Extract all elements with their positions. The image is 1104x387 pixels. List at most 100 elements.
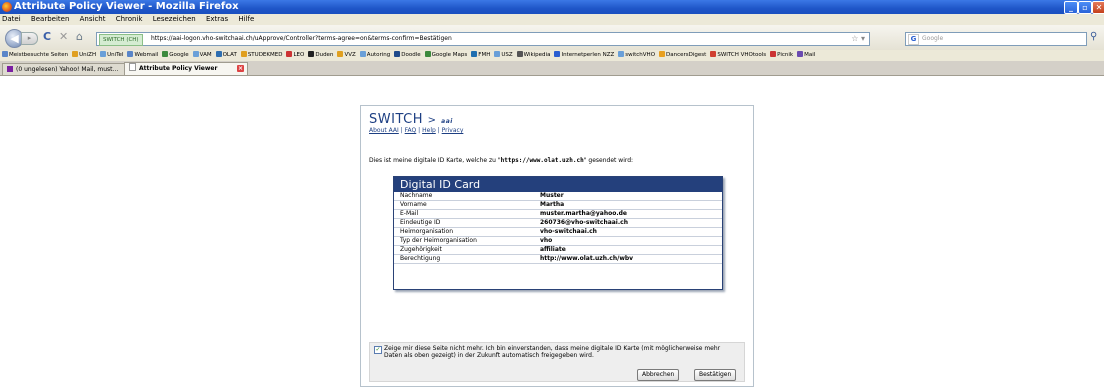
- bookmark-item[interactable]: Webmail: [127, 50, 158, 61]
- bookmark-label: FMH: [478, 52, 491, 58]
- menu-extras[interactable]: Extras: [206, 15, 228, 23]
- bookmark-icon: [554, 51, 561, 57]
- bookmark-label: VAM: [199, 52, 212, 58]
- bookmark-icon: [337, 51, 344, 57]
- maximize-button[interactable]: ▫: [1078, 1, 1092, 14]
- bookmark-icon: [240, 51, 247, 57]
- menu-hilfe[interactable]: Hilfe: [238, 15, 254, 23]
- privacy-link[interactable]: Privacy: [442, 127, 464, 134]
- bookmark-item[interactable]: Doodle: [394, 50, 421, 61]
- bookmark-icon: [308, 51, 315, 57]
- bookmark-label: STUDEKMED: [247, 52, 283, 58]
- bookmark-item[interactable]: OLAT: [215, 50, 237, 61]
- bookmark-item[interactable]: STUDEKMED: [240, 50, 283, 61]
- attribute-value: http://www.olat.uzh.ch/wbv: [540, 255, 634, 262]
- help-link[interactable]: Help: [422, 127, 436, 134]
- brand-name: SWITCH: [369, 112, 423, 127]
- search-box[interactable]: G Google: [905, 32, 1087, 46]
- tab-yahoo-mail[interactable]: (0 ungelesen) Yahoo! Mail, must...: [2, 63, 128, 75]
- stop-icon[interactable]: ✕: [59, 30, 68, 44]
- yahoo-icon: [7, 66, 13, 72]
- bookmark-icon: [2, 51, 8, 57]
- bookmark-item[interactable]: Wikipedia: [516, 50, 551, 61]
- about-aai-link[interactable]: About AAI: [369, 127, 399, 134]
- consent-checkbox[interactable]: ✓: [374, 346, 382, 354]
- bookmark-label: Autoring: [366, 52, 391, 58]
- menu-bar: Datei Bearbeiten Ansicht Chronik Lesezei…: [0, 14, 1104, 25]
- attribute-value: 260736@vho-switchaai.ch: [540, 219, 628, 226]
- close-tab-icon[interactable]: ×: [237, 65, 244, 72]
- menu-chronik[interactable]: Chronik: [116, 15, 143, 23]
- uapprove-panel: SWITCH > aai About AAI | FAQ | Help | Pr…: [360, 105, 754, 387]
- bookmark-icon: [192, 51, 199, 57]
- bookmark-label: Doodle: [401, 52, 421, 58]
- bookmark-item[interactable]: Duden: [308, 50, 333, 61]
- bookmark-item[interactable]: VAM: [192, 50, 212, 61]
- bookmark-item[interactable]: Google Maps: [424, 50, 467, 61]
- bookmark-item[interactable]: DancersDigest: [659, 50, 706, 61]
- bookmark-item[interactable]: Picnik: [770, 50, 793, 61]
- menu-ansicht[interactable]: Ansicht: [80, 15, 106, 23]
- faq-link[interactable]: FAQ: [405, 127, 417, 134]
- url-text[interactable]: https://aai-logon.vho-switchaai.ch/uAppr…: [151, 33, 452, 45]
- confirm-button[interactable]: Bestätigen: [694, 369, 737, 381]
- minimize-button[interactable]: _: [1064, 1, 1078, 14]
- forward-button[interactable]: ▸: [21, 32, 38, 45]
- bookmark-icon: [618, 51, 625, 57]
- bookmark-item[interactable]: USZ: [494, 50, 513, 61]
- bookmark-icon: [710, 51, 717, 57]
- bookmark-item[interactable]: Mail: [797, 50, 815, 61]
- reload-icon[interactable]: C: [43, 30, 51, 44]
- bookmark-icon: [494, 51, 501, 57]
- bookmark-icon: [659, 51, 666, 57]
- tab-label: (0 ungelesen) Yahoo! Mail, must...: [16, 66, 119, 73]
- url-bar[interactable]: SWITCH (CH) https://aai-logon.vho-switch…: [96, 32, 870, 46]
- cancel-button[interactable]: Abbrechen: [637, 369, 680, 381]
- bookmark-icon: [100, 51, 107, 57]
- bookmark-label: Webmail: [134, 52, 159, 58]
- bookmark-item[interactable]: Autoring: [359, 50, 391, 61]
- home-icon[interactable]: ⌂: [76, 30, 83, 44]
- bookmark-label: UniTel: [107, 52, 124, 58]
- google-engine-icon[interactable]: G: [908, 34, 919, 45]
- bookmark-label: Wikipedia: [523, 52, 551, 58]
- bookmark-item[interactable]: LEO: [286, 50, 304, 61]
- tab-attribute-policy-viewer[interactable]: Attribute Policy Viewer ×: [124, 62, 248, 75]
- search-placeholder: Google: [922, 35, 944, 42]
- bookmark-icon: [797, 51, 804, 57]
- page-content: SWITCH > aai About AAI | FAQ | Help | Pr…: [0, 76, 1104, 387]
- attribute-row: Heimorganisation vho-switchaai.ch: [394, 228, 722, 237]
- bookmark-item[interactable]: SWITCH VHOtools: [710, 50, 766, 61]
- attribute-name: Zugehörigkeit: [400, 246, 442, 253]
- bookmark-item[interactable]: Meistbesuchte Seiten: [2, 50, 68, 61]
- site-identity-badge[interactable]: SWITCH (CH): [99, 34, 143, 46]
- bookmark-item[interactable]: switchVHO: [618, 50, 655, 61]
- bookmark-label: Internetperlen NZZ: [561, 52, 615, 58]
- bookmark-icon: [359, 51, 366, 57]
- bookmark-item[interactable]: UniZH: [72, 50, 96, 61]
- bookmark-item[interactable]: UniTel: [100, 50, 123, 61]
- menu-datei[interactable]: Datei: [2, 15, 21, 23]
- bookmark-item[interactable]: Google: [162, 50, 189, 61]
- bookmark-item[interactable]: FMH: [471, 50, 490, 61]
- search-icon[interactable]: ⚲: [1090, 31, 1097, 42]
- brand-sub: aai: [441, 118, 453, 125]
- attribute-value: vho: [540, 237, 553, 244]
- bookmark-icon: [424, 51, 431, 57]
- bookmark-label: switchVHO: [625, 52, 656, 58]
- attribute-name: Vorname: [400, 201, 427, 208]
- target-url: https://www.olat.uzh.ch: [500, 157, 584, 164]
- window-titlebar: Attribute Policy Viewer - Mozilla Firefo…: [0, 0, 1104, 14]
- menu-bearbeiten[interactable]: Bearbeiten: [31, 15, 69, 23]
- bookmark-star-icon[interactable]: ☆ ▾: [851, 33, 865, 45]
- attribute-row: Vorname Martha: [394, 201, 722, 210]
- attribute-name: Heimorganisation: [400, 228, 453, 235]
- top-links: About AAI | FAQ | Help | Privacy: [369, 127, 464, 134]
- menu-lesezeichen[interactable]: Lesezeichen: [153, 15, 196, 23]
- id-card-title: Digital ID Card: [394, 177, 722, 192]
- close-window-button[interactable]: ✕: [1092, 1, 1104, 14]
- bookmark-item[interactable]: VVZ: [337, 50, 356, 61]
- bookmark-item[interactable]: Internetperlen NZZ: [554, 50, 614, 61]
- bookmark-label: UniZH: [79, 52, 97, 58]
- bookmark-label: SWITCH VHOtools: [717, 52, 767, 58]
